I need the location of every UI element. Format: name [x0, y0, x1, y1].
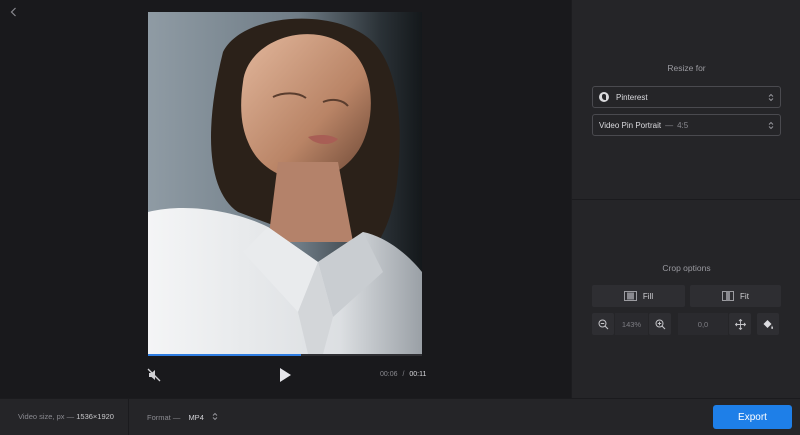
video-size-info: Video size, px — 1536×1920 [18, 412, 114, 421]
fit-button[interactable]: Fit [690, 285, 781, 307]
volume-muted-icon [147, 368, 161, 382]
playback-progress-fill [148, 354, 302, 356]
settings-sidebar: Resize for Pinterest Video Pin Portrait … [571, 0, 800, 398]
sort-arrows-icon [768, 93, 774, 102]
fit-button-label: Fit [740, 291, 749, 301]
move-arrows-icon [734, 318, 746, 330]
move-button[interactable] [729, 313, 751, 335]
format-select[interactable]: Format — MP4 [147, 412, 218, 422]
sidebar-divider [572, 199, 800, 200]
zoom-in-button[interactable] [649, 313, 671, 335]
platform-select[interactable]: Pinterest [592, 86, 781, 108]
format-value: MP4 [188, 413, 204, 422]
background-color-button[interactable] [757, 313, 779, 335]
fill-button[interactable]: Fill [592, 285, 685, 307]
paint-bucket-icon [763, 320, 773, 329]
back-button[interactable] [6, 4, 22, 20]
format-label: Format — [147, 413, 181, 422]
crop-section-title: Crop options [662, 263, 711, 273]
position-input[interactable]: 0,0 [678, 313, 728, 335]
fit-crop-icon [722, 291, 734, 301]
fill-crop-icon [623, 291, 637, 301]
preset-select-ratio: 4:5 [677, 120, 689, 130]
pinterest-icon [599, 92, 609, 102]
preset-select[interactable]: Video Pin Portrait — 4:5 [592, 114, 781, 136]
preset-select-name: Video Pin Portrait [599, 120, 662, 130]
footer-divider [128, 399, 129, 435]
total-time: 00:11 [409, 371, 427, 378]
video-preview[interactable] [148, 12, 422, 354]
preset-separator: — [665, 120, 674, 130]
mute-button[interactable] [146, 367, 162, 383]
export-button[interactable]: Export [713, 405, 792, 429]
sort-arrows-icon [212, 412, 218, 421]
video-frame-image [148, 12, 422, 354]
editor-main-area: 00:06 / 00:11 [0, 0, 571, 398]
zoom-in-icon [655, 319, 665, 329]
fill-button-label: Fill [642, 291, 654, 301]
platform-select-value: Pinterest [616, 92, 648, 102]
zoom-out-icon [598, 319, 608, 329]
chevron-left-icon [10, 7, 16, 17]
play-icon [280, 368, 291, 382]
zoom-level-input[interactable]: 143% [615, 313, 648, 335]
playback-time: 00:06 / 00:11 [380, 371, 426, 378]
footer-bar: Video size, px — 1536×1920 Format — MP4 [0, 398, 800, 435]
playback-progress-bar[interactable] [148, 354, 422, 356]
resize-section-title: Resize for [667, 63, 706, 73]
time-separator: / [402, 371, 405, 378]
sort-arrows-icon [768, 121, 774, 130]
zoom-out-button[interactable] [592, 313, 614, 335]
play-button[interactable] [277, 366, 293, 384]
video-size-label: Video size, px — [18, 412, 75, 421]
video-size-value: 1536×1920 [76, 412, 114, 421]
current-time: 00:06 [380, 371, 398, 378]
